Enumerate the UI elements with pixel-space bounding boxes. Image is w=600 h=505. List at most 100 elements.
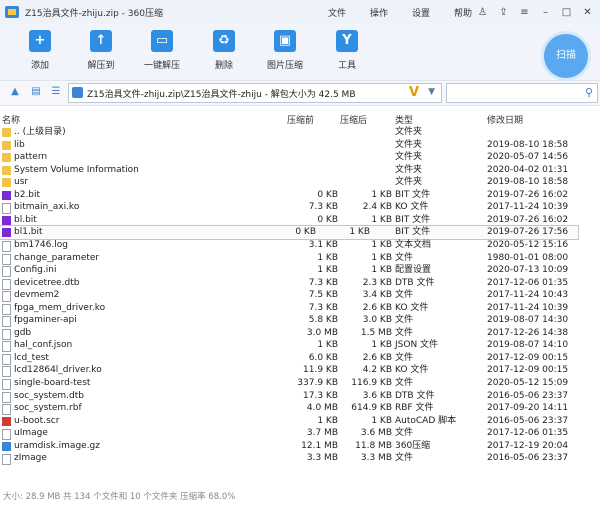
file-row[interactable]: .. (上级目录) 文件夹 <box>0 126 600 139</box>
file-row[interactable]: b2.bit 0 KB 1 KB BIT 文件 2019-07-26 16:02 <box>0 189 600 202</box>
file-packed-size: 1 KB <box>371 415 392 426</box>
column-size[interactable]: 压缩前 <box>287 113 314 126</box>
verify-icon[interactable]: V <box>409 85 419 100</box>
file-type: 文件夹 <box>395 127 423 137</box>
file-icon <box>2 366 11 378</box>
file-row[interactable]: lcd12864l_driver.ko 11.9 KB 4.2 KB KO 文件 201… <box>0 364 600 378</box>
column-name[interactable]: 名称 <box>2 113 20 126</box>
file-row[interactable]: fpgaminer-api 5.8 KB 3.0 KB 文件 2019-08-07 14… <box>0 314 600 328</box>
file-row[interactable]: System Volume Information 文件夹 2020-04-02 0… <box>0 164 600 177</box>
image-compress-button[interactable]: ▣ 图片压缩 <box>257 30 313 71</box>
file-type: 文件 <box>395 453 414 464</box>
file-row[interactable]: bm1746.log 3.1 KB 1 KB 文本文档 2020-05-12 15:16 <box>0 239 600 252</box>
file-row[interactable]: u-boot.scr 1 KB 1 KB AutoCAD 脚本 2016-05-06 2… <box>0 415 600 428</box>
details-view-icon[interactable]: ▤ <box>30 86 42 98</box>
file-name: bitmain_axi.ko <box>14 202 80 213</box>
file-row[interactable]: hal_conf.json 1 KB 1 KB JSON 文件 2019-08-07 1… <box>0 339 600 353</box>
menu-settings[interactable]: 设置 <box>412 6 430 19</box>
file-modified: 2017-11-24 10:39 <box>487 302 569 313</box>
file-icon <box>2 379 11 390</box>
file-row[interactable]: uramdisk.image.gz 12.1 MB 11.8 MB 360压缩 2017… <box>0 440 600 453</box>
file-row[interactable]: fpga_mem_driver.ko 7.3 KB 2.6 KB KO 文件 2017-… <box>0 302 600 315</box>
file-packed-size: 2.3 KB <box>362 277 392 288</box>
menu-help[interactable]: 帮助 <box>454 6 472 19</box>
file-packed-size: 1 KB <box>371 340 392 351</box>
file-modified: 2020-07-13 10:09 <box>487 265 569 276</box>
file-modified: 2019-08-07 14:30 <box>487 315 569 326</box>
chevron-down-icon[interactable]: ▼ <box>428 87 435 97</box>
file-packed-size: 2.6 KB <box>362 302 392 313</box>
file-name: .. (上级目录) <box>14 127 66 137</box>
share-icon[interactable]: ⇪ <box>493 7 514 18</box>
folder-icon <box>2 165 11 175</box>
file-icon <box>2 341 11 353</box>
file-row[interactable]: zImage 3.3 MB 3.3 MB 文件 2016-05-06 23:37 <box>0 452 600 466</box>
delete-button[interactable]: ♻ 删除 <box>196 30 252 71</box>
file-name: soc_system.rbf <box>14 403 82 414</box>
column-packed[interactable]: 压缩后 <box>340 113 367 126</box>
file-modified: 2017-11-24 10:39 <box>487 202 569 213</box>
delete-icon: ♻ <box>213 30 235 52</box>
extract-to-icon: ↑ <box>90 30 112 52</box>
file-name: Config.ini <box>14 265 57 276</box>
file-type: 文件 <box>395 327 414 338</box>
autocad-icon <box>2 416 11 426</box>
add-button[interactable]: + 添加 <box>12 30 68 71</box>
file-modified: 1980-01-01 08:00 <box>487 252 569 263</box>
file-type: JSON 文件 <box>395 340 439 351</box>
file-row[interactable]: devmem2 7.5 KB 3.4 KB 文件 2017-11-24 10:43 <box>0 289 600 303</box>
file-row[interactable]: pattern 文件夹 2020-05-07 14:56 <box>0 151 600 164</box>
file-size: 11.9 KB <box>303 365 338 376</box>
file-type: BIT 文件 <box>395 189 431 200</box>
file-icon <box>2 429 11 441</box>
file-packed-size: 1.5 MB <box>360 327 392 338</box>
file-modified: 2019-07-26 16:02 <box>487 214 569 225</box>
file-row[interactable]: change_parameter 1 KB 1 KB 文件 1980-01-01 08:… <box>0 252 600 265</box>
list-view-icon[interactable]: ☰ <box>50 86 62 98</box>
search-icon[interactable]: ⚲ <box>585 86 593 99</box>
file-row[interactable]: Config.ini 1 KB 1 KB 配置设置 2020-07-13 10:09 <box>0 264 600 278</box>
up-arrow-icon[interactable]: ▲ <box>9 86 21 98</box>
column-modified[interactable]: 修改日期 <box>487 113 523 126</box>
file-row[interactable]: bl.bit 0 KB 1 KB BIT 文件 2019-07-26 16:02 <box>0 214 600 227</box>
column-type[interactable]: 类型 <box>395 113 413 126</box>
file-name: gdb <box>14 327 32 338</box>
menu-file[interactable]: 文件 <box>328 6 346 19</box>
extract-to-button[interactable]: ↑ 解压到 <box>73 30 129 71</box>
file-icon <box>2 253 11 265</box>
file-modified: 2016-05-06 23:37 <box>487 415 569 426</box>
close-icon[interactable]: ✕ <box>577 7 598 18</box>
file-row[interactable]: uImage 3.7 MB 3.6 MB 文件 2017-12-06 01:35 <box>0 427 600 441</box>
file-modified: 2016-05-06 23:37 <box>487 390 569 401</box>
file-row[interactable]: lcd_test 6.0 KB 2.6 KB 文件 2017-12-09 00:15 <box>0 352 600 365</box>
search-input[interactable]: ⚲ <box>446 83 598 103</box>
file-row[interactable]: single-board-test 337.9 KB 116.9 KB 文件 2020-… <box>0 377 600 390</box>
file-icon <box>2 278 11 290</box>
app-logo-icon <box>5 6 19 18</box>
file-name: devmem2 <box>14 290 60 301</box>
maximize-icon[interactable]: □ <box>556 7 577 18</box>
scan-button[interactable]: 扫描 <box>544 34 588 78</box>
file-row[interactable]: bitmain_axi.ko 7.3 KB 2.4 KB KO 文件 2017-11-2… <box>0 201 600 215</box>
file-packed-size: 1 KB <box>349 227 370 238</box>
file-row[interactable]: gdb 3.0 MB 1.5 MB 文件 2017-12-26 14:38 <box>0 327 600 340</box>
file-row[interactable]: soc_system.dtb 17.3 KB 3.6 KB DTB 文件 2016-05… <box>0 390 600 403</box>
file-row[interactable]: usr 文件夹 2019-08-10 18:58 <box>0 176 600 189</box>
file-packed-size: 3.0 KB <box>362 315 392 326</box>
file-icon <box>2 303 11 315</box>
minimize-icon[interactable]: – <box>535 7 556 18</box>
file-row[interactable]: bl1.bit 0 KB 1 KB BIT 文件 2019-07-26 17:56 <box>0 225 579 240</box>
one-click-extract-button[interactable]: ▭ 一键解压 <box>134 30 190 71</box>
file-row[interactable]: lib 文件夹 2019-08-10 18:58 <box>0 139 600 152</box>
folder-icon <box>2 128 11 137</box>
file-row[interactable]: soc_system.rbf 4.0 MB 614.9 KB RBF 文件 2017-0… <box>0 402 600 416</box>
file-modified: 2017-12-09 00:15 <box>487 352 569 363</box>
skin-icon[interactable]: ♙ <box>472 7 493 18</box>
file-size: 3.0 MB <box>306 327 338 338</box>
menu-operate[interactable]: 操作 <box>370 6 388 19</box>
file-type: 文件 <box>395 315 414 326</box>
file-row[interactable]: devicetree.dtb 7.3 KB 2.3 KB DTB 文件 2017-12-… <box>0 277 600 290</box>
menu-icon[interactable]: ≡ <box>514 7 535 18</box>
tools-button[interactable]: Y 工具 <box>319 30 375 71</box>
path-field[interactable]: Z15治具文件-zhiju.zip\Z15治具文件-zhiju - 解包大小为 … <box>68 83 442 103</box>
